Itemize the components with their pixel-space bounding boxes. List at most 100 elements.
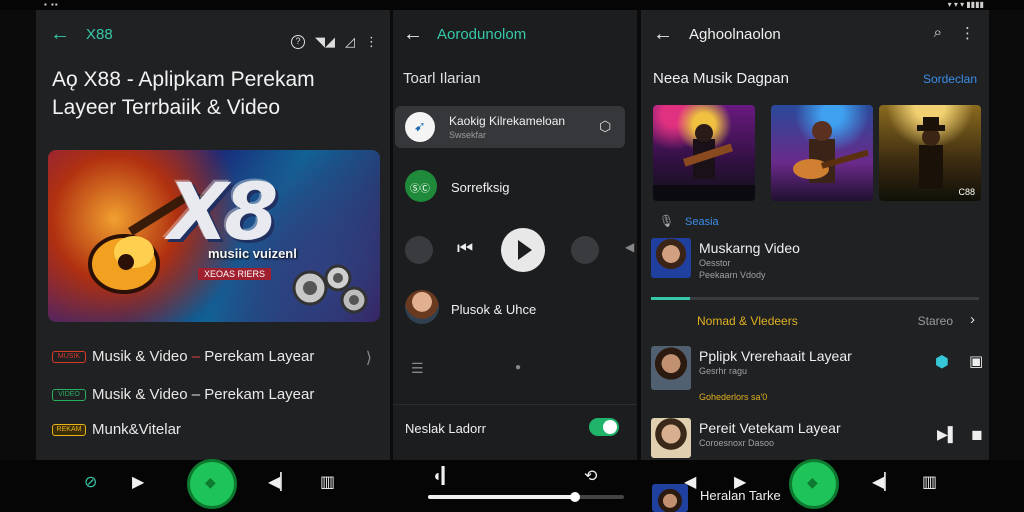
list-item[interactable]: Pplipk Vrerehaait Layear Gesrhr ragu Goh… bbox=[651, 346, 983, 402]
app-logo-icon: ⓈⒸ bbox=[410, 184, 430, 195]
row-title: Muskarng Video bbox=[699, 240, 800, 256]
chevron-left-icon[interactable]: ◀ bbox=[625, 240, 634, 254]
row-subtitle: Coroesnoxr Dasoo bbox=[699, 438, 775, 448]
play-next-icon[interactable]: ▶▌ bbox=[937, 426, 958, 443]
repeat-icon[interactable]: ⟲ bbox=[584, 466, 597, 486]
settings-icon[interactable]: ⬡ bbox=[599, 118, 611, 135]
hero-banner[interactable]: X8 musiic vuizenl XEOAS RIERS bbox=[48, 150, 380, 322]
list-item[interactable]: Pereit Vetekam Layear Coroesnoxr Dasoo ▶… bbox=[651, 418, 983, 460]
bottom-navigation: ⊘ ▶ ◀▏ ▥ ◖▎ ⟲ Heralan Tarke ◀ ▶ ◀▏ ▥ bbox=[0, 460, 1024, 512]
thumbnail-concert[interactable]: C88 bbox=[879, 105, 981, 201]
app-panel-x88: ← X88 ? ◥◢ ◿ ⋮ Aǫ X88 - Aplipkam Perekam… bbox=[36, 10, 390, 460]
library-icon[interactable]: ▥ bbox=[320, 472, 335, 492]
section-title: Neea Musik Dagpan bbox=[653, 70, 789, 87]
item-subtitle: Swsekfar bbox=[449, 130, 487, 140]
speaker-icon bbox=[292, 264, 368, 314]
avatar bbox=[652, 484, 688, 512]
app-bar: ← X88 ? ◥◢ ◿ ⋮ bbox=[36, 20, 390, 50]
toggle-switch[interactable] bbox=[589, 418, 619, 436]
thumbnail-concert[interactable] bbox=[771, 105, 873, 201]
app-bar: ← Aorodunolom bbox=[393, 20, 637, 50]
app-panel-library: ← Aghoolnaolon ⌕ ⋮ Neea Musik Dagpan Sor… bbox=[641, 10, 989, 460]
feature-text: Munk&Vitelar bbox=[92, 421, 181, 438]
chevron-right-icon[interactable]: › bbox=[970, 311, 975, 328]
status-bar: ▪ ▪▪ ▾ ▾ ▾ ▮▮▮▮ bbox=[0, 0, 1024, 10]
feature-text: Musik & Video – Perekam Layear bbox=[92, 348, 315, 365]
hero-tag: XEOAS RIERS bbox=[198, 268, 272, 280]
volume-icon[interactable]: ◖▎ bbox=[432, 466, 454, 486]
chevron-right-icon[interactable]: ⟩ bbox=[366, 348, 372, 368]
cast-icon[interactable] bbox=[405, 236, 433, 264]
now-playing-row[interactable]: Muskarng Video Oesstor Peekaarn Vdody bbox=[651, 238, 981, 288]
feature-item[interactable]: REKAM Munk&Vitelar bbox=[52, 421, 181, 438]
comment-icon[interactable]: ◼ bbox=[971, 426, 983, 443]
toggle-label: Neslak Ladorr bbox=[405, 421, 486, 436]
play-button[interactable] bbox=[501, 228, 545, 272]
row-meta: Gohederlors sa'0 bbox=[699, 392, 768, 402]
library-icon[interactable]: ▥ bbox=[922, 472, 937, 492]
row-title: Pereit Vetekam Layear bbox=[699, 420, 841, 436]
app-title: Aghoolnaolon bbox=[689, 26, 781, 43]
link-icon[interactable]: ⊘ bbox=[84, 472, 97, 492]
row-title: Pplipk Vrerehaait Layear bbox=[699, 348, 852, 364]
app-title: X88 bbox=[86, 26, 113, 43]
subheader-action[interactable]: Stareo bbox=[918, 314, 953, 328]
previous-icon[interactable]: ⏮ bbox=[457, 238, 473, 259]
hero-subtitle: musiic vuizenl bbox=[208, 246, 297, 261]
feature-text: Musik & Video – Perekam Layear bbox=[92, 386, 315, 403]
back-arrow-icon[interactable]: ← bbox=[403, 24, 423, 44]
performer-figure bbox=[653, 124, 755, 201]
record-fab-button[interactable] bbox=[190, 462, 234, 506]
previous-track-icon[interactable]: ◀▏ bbox=[872, 472, 897, 492]
search-icon[interactable]: ⌕ bbox=[934, 24, 942, 42]
seek-bar[interactable] bbox=[428, 492, 624, 502]
status-icons-left: ▪ ▪▪ bbox=[44, 0, 59, 9]
row-subtitle: Oesstor bbox=[699, 258, 731, 268]
more-vert-icon[interactable]: ⋮ bbox=[365, 34, 378, 50]
player-controls: ⏮ ◀ bbox=[393, 228, 637, 272]
help-icon[interactable]: ? bbox=[291, 35, 305, 49]
row-subtitle: Gesrhr ragu bbox=[699, 366, 748, 376]
queue-add-icon[interactable]: ▣ bbox=[969, 352, 983, 370]
section-title: Toarl Ilarian bbox=[403, 70, 481, 87]
playback-progress[interactable] bbox=[651, 297, 979, 300]
see-all-link[interactable]: Sordeclan bbox=[923, 72, 977, 86]
status-icons-right: ▾ ▾ ▾ ▮▮▮▮ bbox=[947, 0, 984, 9]
avatar bbox=[651, 418, 691, 458]
divider bbox=[393, 404, 637, 405]
more-icon[interactable] bbox=[571, 236, 599, 264]
app-bar-icons: ⌕ ⋮ bbox=[934, 24, 975, 42]
previous-track-icon[interactable]: ◀▏ bbox=[268, 472, 293, 492]
previous-track-icon[interactable]: ◀ bbox=[684, 472, 696, 492]
seek-thumb[interactable] bbox=[570, 492, 580, 502]
download-icon[interactable]: ⬢ bbox=[935, 352, 949, 372]
play-icon[interactable]: ▶ bbox=[734, 472, 746, 492]
feature-badge: REKAM bbox=[52, 423, 86, 436]
thumbnail-concert[interactable] bbox=[653, 105, 755, 201]
hero-logo-text: X8 bbox=[168, 168, 278, 258]
progress-fill bbox=[651, 297, 691, 300]
subheader-label: Nomad & Vledeers bbox=[697, 314, 798, 328]
queue-icon[interactable]: ☰ bbox=[411, 360, 424, 377]
record-fab-button[interactable] bbox=[792, 462, 836, 506]
avatar bbox=[651, 346, 691, 390]
feature-badge: VIDEO bbox=[52, 388, 86, 401]
avatar bbox=[651, 238, 691, 278]
play-icon[interactable]: ▶ bbox=[132, 472, 144, 492]
back-arrow-icon[interactable]: ← bbox=[653, 24, 673, 44]
performer-figure bbox=[793, 121, 869, 183]
feature-item[interactable]: VIDEO Musik & Video – Perekam Layear bbox=[52, 386, 314, 403]
page-title: Aǫ X88 - Aplipkam Perekam Layeer Terrbai… bbox=[52, 68, 315, 119]
feature-item[interactable]: MUSIK Musik & Video – Perekam Layear bbox=[52, 348, 314, 365]
signal-icon: ◿ bbox=[345, 34, 355, 49]
category-tag: Seasia bbox=[685, 216, 719, 228]
more-vert-icon[interactable]: ⋮ bbox=[960, 24, 975, 42]
dot-icon: ● bbox=[515, 362, 522, 373]
row-meta: Peekaarn Vdody bbox=[699, 270, 766, 280]
back-arrow-icon[interactable]: ← bbox=[50, 24, 70, 44]
app-bar-icons: ? ◥◢ ◿ ⋮ bbox=[291, 34, 378, 50]
app-title: Aorodunolom bbox=[437, 26, 527, 43]
item-title: Plusok & Uhce bbox=[451, 302, 537, 317]
app-panel-player: ← Aorodunolom Toarl Ilarian ➹ Kaokig Kil… bbox=[393, 10, 637, 460]
item-title: Kaokig Kilrekameloan bbox=[449, 114, 566, 128]
